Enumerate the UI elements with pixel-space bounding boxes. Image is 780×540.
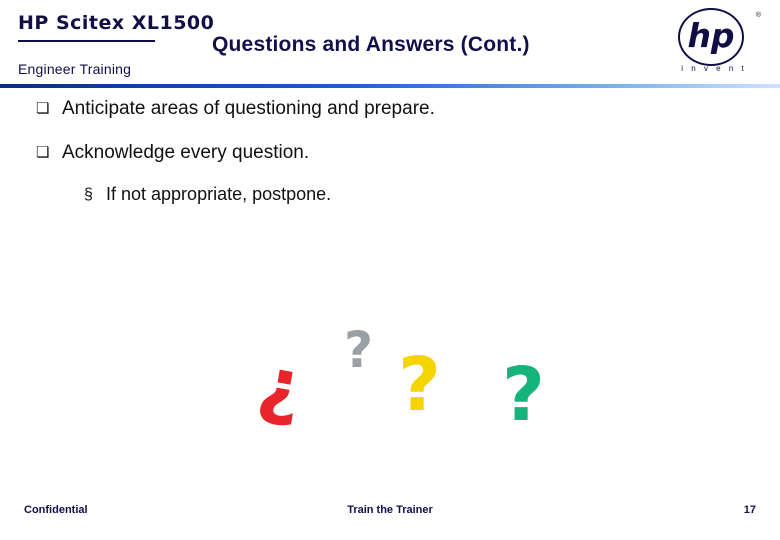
bullet-item: ❏ Acknowledge every question. xyxy=(36,140,780,166)
sub-bullet-text: If not appropriate, postpone. xyxy=(106,184,332,204)
page-title: Questions and Answers (Cont.) xyxy=(212,33,530,56)
slide-body: ❏ Anticipate areas of questioning and pr… xyxy=(0,96,780,207)
question-marks-artwork: ? ? ? ? xyxy=(0,300,780,460)
product-brand-name: HP Scitex XL1500 xyxy=(18,12,215,34)
sub-bullet-item: § If not appropriate, postpone. xyxy=(84,182,780,207)
bullet-square-icon: ❏ xyxy=(36,144,50,161)
slide: HP Scitex XL1500 Engineer Training Quest… xyxy=(0,0,780,540)
bullet-item: ❏ Anticipate areas of questioning and pr… xyxy=(36,96,780,122)
hp-logo-tagline: i n v e n t xyxy=(681,64,747,73)
hp-logo: hp i n v e n t ® xyxy=(674,8,762,78)
header-accent-bar xyxy=(0,84,780,88)
footer-course-title: Train the Trainer xyxy=(347,504,433,516)
slide-footer: Confidential Train the Trainer 17 xyxy=(0,498,780,528)
question-mark-yellow: ? xyxy=(398,342,441,428)
page-number: 17 xyxy=(743,504,756,516)
bullet-text: Acknowledge every question. xyxy=(62,142,310,163)
question-mark-red: ? xyxy=(250,348,309,442)
bullet-square-icon: ❏ xyxy=(36,100,50,117)
bullet-section-icon: § xyxy=(84,186,93,203)
question-mark-green: ? xyxy=(502,352,545,438)
slide-header: HP Scitex XL1500 Engineer Training Quest… xyxy=(0,0,780,88)
brand-subtitle: Engineer Training xyxy=(18,61,132,77)
brand-divider xyxy=(18,40,155,42)
hp-logo-letters: hp xyxy=(687,16,735,55)
bullet-text: Anticipate areas of questioning and prep… xyxy=(62,98,435,119)
question-mark-gray: ? xyxy=(344,321,374,379)
trademark-icon: ® xyxy=(755,12,761,19)
